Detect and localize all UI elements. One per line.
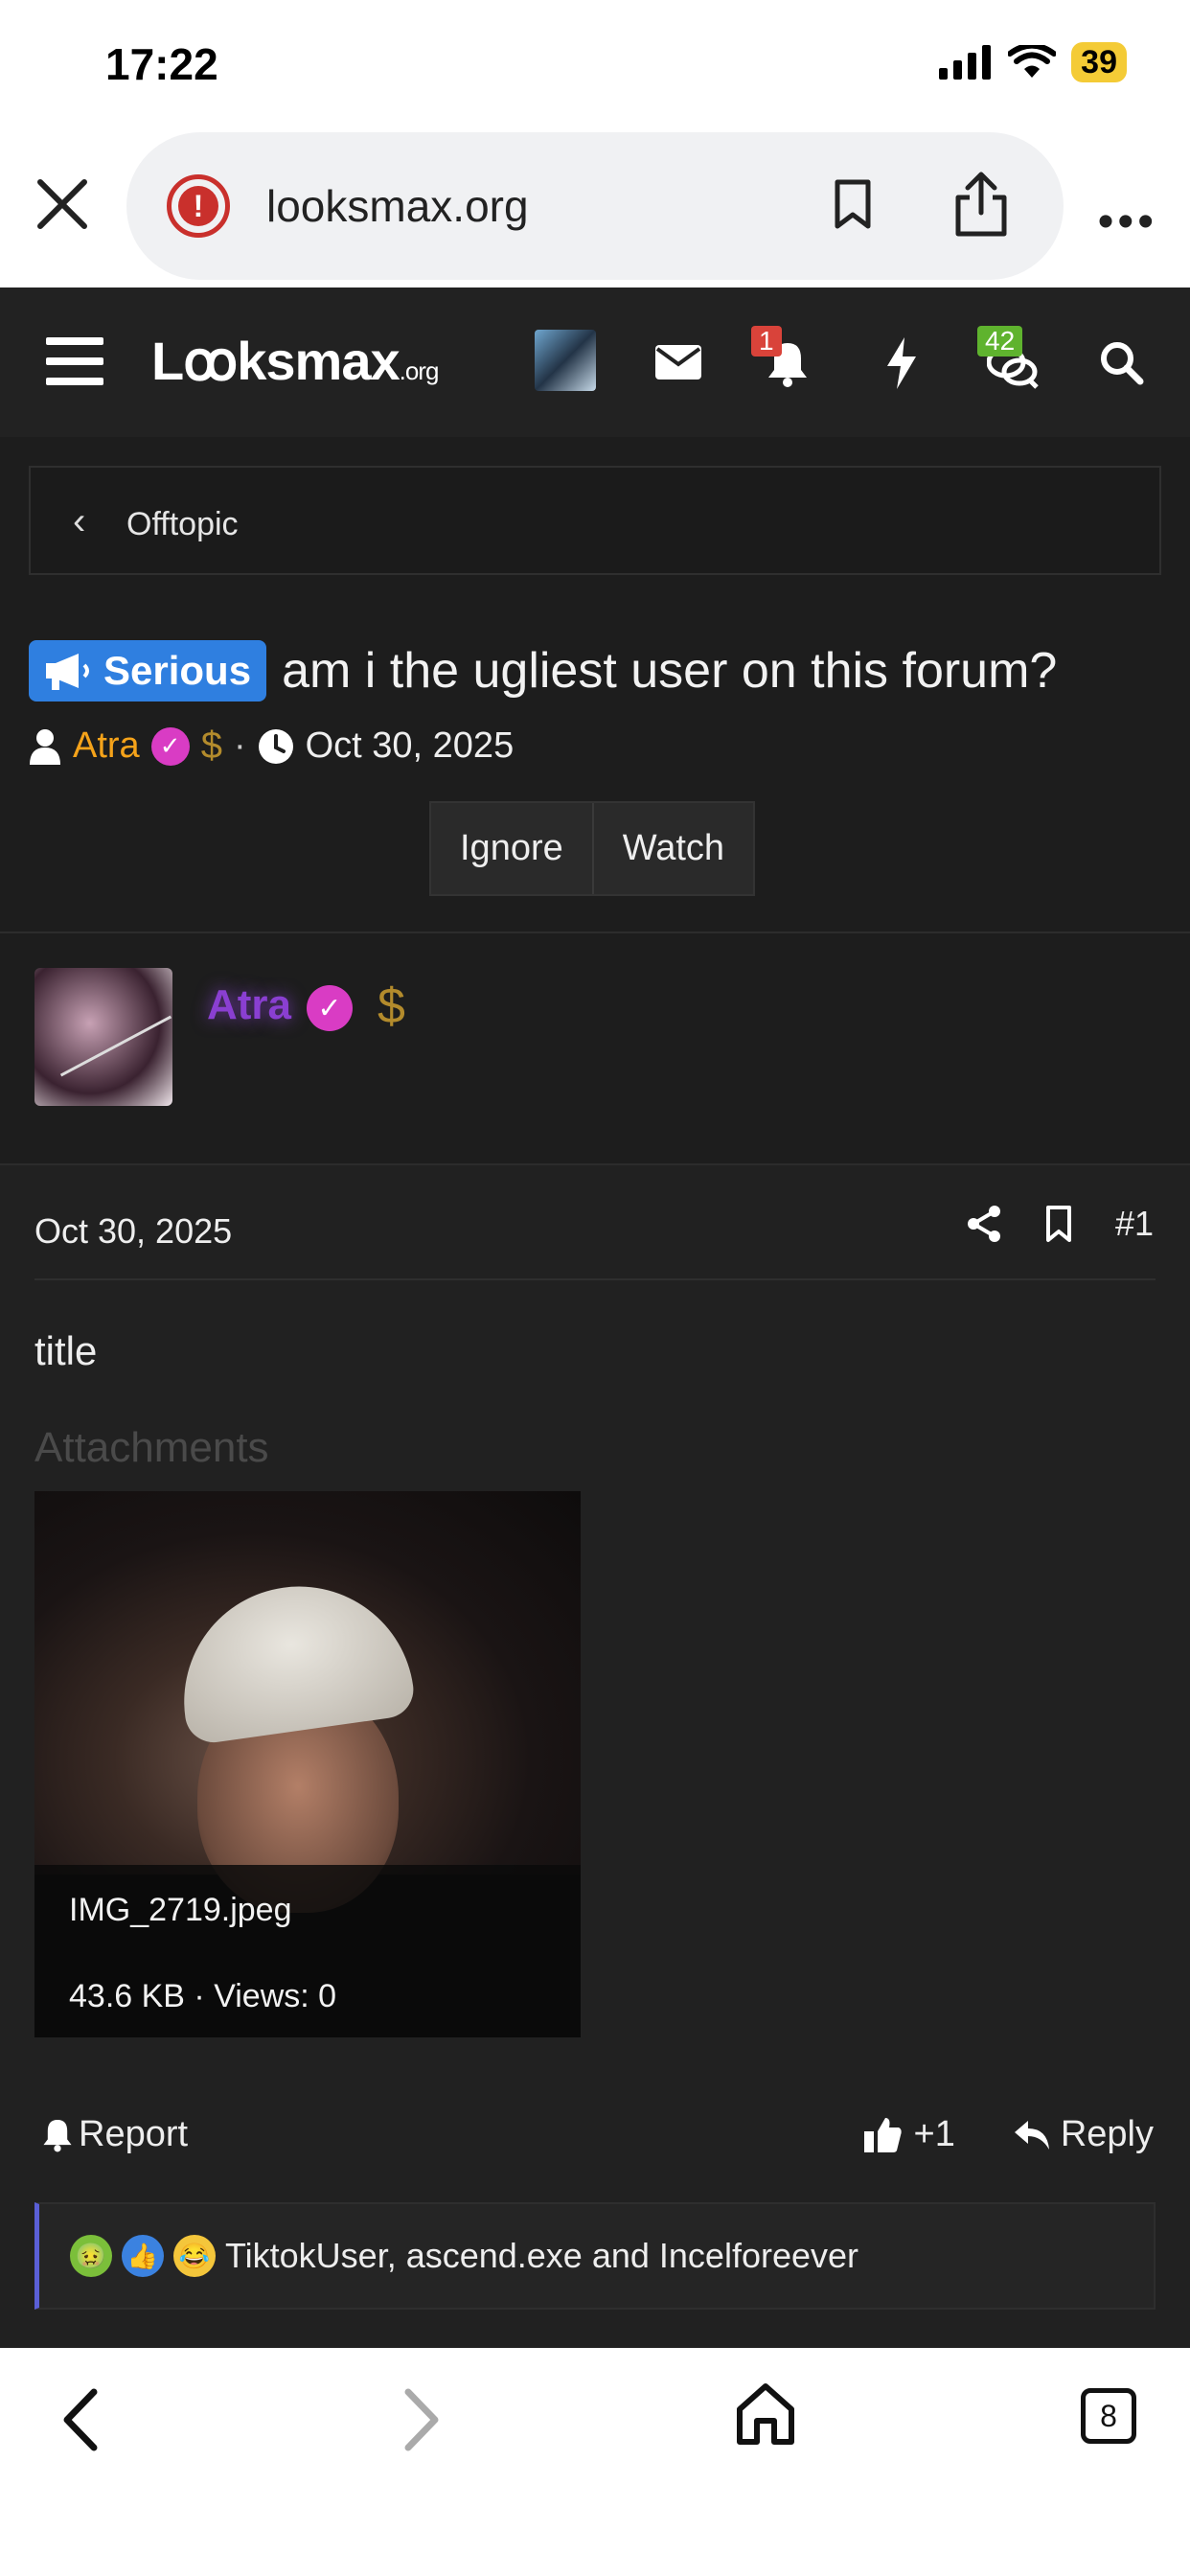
- poster-avatar[interactable]: [34, 968, 172, 1106]
- bookmark-icon[interactable]: [832, 178, 874, 232]
- megaphone-icon: [46, 654, 89, 690]
- logo-suffix: .org: [399, 356, 440, 385]
- post-actions: #1: [966, 1204, 1154, 1244]
- reply-label: Reply: [1060, 2114, 1154, 2154]
- logo-text: Lꝏksmax: [151, 331, 400, 391]
- prefix-label: Serious: [103, 648, 252, 693]
- like-reaction-icon: 👍: [122, 2235, 164, 2277]
- share-icon[interactable]: [952, 171, 1010, 238]
- browser-toolbar: ! looksmax.org: [0, 130, 1190, 288]
- laughing-face-icon: 😂: [173, 2235, 216, 2277]
- thread-prefix[interactable]: Serious: [29, 640, 267, 702]
- reply-button[interactable]: Reply: [1013, 2114, 1154, 2155]
- tabs-button[interactable]: 8: [1081, 2388, 1136, 2444]
- status-bar: 17:22 39: [0, 0, 1190, 130]
- site-header: Lꝏksmax.org 1 42: [0, 288, 1190, 437]
- status-icons: 39: [939, 42, 1127, 82]
- attachments-label: Attachments: [34, 1424, 269, 1471]
- share-icon[interactable]: [966, 1205, 1002, 1243]
- attachment-filename[interactable]: IMG_2719.jpeg: [69, 1892, 292, 1929]
- reactions-users[interactable]: TiktokUser, ascend.exe and Incelforeever: [225, 2236, 858, 2276]
- verified-icon: ✓: [307, 985, 353, 1031]
- notification-badge: 1: [751, 326, 782, 356]
- watch-button[interactable]: Watch: [591, 803, 754, 894]
- close-icon[interactable]: [33, 174, 92, 234]
- like-button[interactable]: +1: [863, 2114, 955, 2155]
- thread-author[interactable]: Atra: [73, 725, 140, 767]
- breadcrumb-label[interactable]: Offtopic: [126, 506, 239, 543]
- thread-meta: Atra ✓ $ · Oct 30, 2025: [29, 724, 514, 768]
- lightning-icon[interactable]: [885, 337, 918, 389]
- bell-icon: [43, 2119, 72, 2151]
- poster-name[interactable]: Atra: [207, 981, 291, 1029]
- site-logo[interactable]: Lꝏksmax.org: [151, 330, 440, 393]
- breadcrumb[interactable]: ‹ Offtopic: [29, 466, 1161, 575]
- photo-beanie: [169, 1572, 418, 1746]
- post-number[interactable]: #1: [1115, 1204, 1154, 1244]
- search-icon[interactable]: [1098, 339, 1144, 385]
- thread-title-row: Serious am i the ugliest user on this fo…: [29, 640, 1057, 702]
- report-button[interactable]: Report: [42, 2114, 188, 2155]
- thread-actions: Ignore Watch: [429, 801, 756, 896]
- like-count: +1: [913, 2114, 955, 2154]
- divider: [34, 1278, 1156, 1280]
- forward-arrow-icon[interactable]: [397, 2386, 445, 2453]
- post-user-block: Atra ✓ $: [0, 933, 1190, 1163]
- conversations-badge: 42: [977, 326, 1023, 356]
- security-warning-icon[interactable]: !: [167, 174, 230, 238]
- battery-indicator: 39: [1071, 42, 1127, 82]
- post-text: title: [34, 1328, 98, 1373]
- dollar-icon: $: [378, 978, 405, 1034]
- wifi-icon: [1008, 45, 1057, 78]
- cellular-signal-icon: [939, 45, 992, 80]
- ignore-button[interactable]: Ignore: [431, 803, 592, 894]
- reactions-bar[interactable]: 🤢 👍 😂 TiktokUser, ascend.exe and Incelfo…: [34, 2202, 1156, 2310]
- page-content: ‹ Offtopic Serious am i the ugliest user…: [0, 437, 1190, 2348]
- user-avatar[interactable]: [535, 330, 596, 391]
- envelope-icon[interactable]: [655, 345, 701, 380]
- thread-date[interactable]: Oct 30, 2025: [306, 725, 515, 767]
- more-options-icon[interactable]: •••: [1098, 196, 1157, 248]
- sick-face-icon: 🤢: [70, 2235, 112, 2277]
- post-date[interactable]: Oct 30, 2025: [34, 1211, 232, 1252]
- menu-icon[interactable]: [46, 335, 103, 387]
- user-icon: [30, 728, 60, 765]
- attachment-image[interactable]: [34, 1491, 581, 1913]
- post-body: Oct 30, 2025 #1 title Attachments IMG_27…: [0, 1163, 1190, 2348]
- status-time: 17:22: [105, 39, 218, 89]
- back-arrow-icon[interactable]: [57, 2386, 105, 2453]
- verified-icon: ✓: [150, 726, 190, 766]
- attachment-thumbnail[interactable]: IMG_2719.jpeg 43.6 KB · Views: 0: [34, 1491, 581, 2037]
- bookmark-icon[interactable]: [1044, 1205, 1073, 1243]
- thread-title: am i the ugliest user on this forum?: [282, 643, 1058, 699]
- post-footer-actions: +1 Reply: [863, 2114, 1154, 2155]
- reply-icon: [1014, 2120, 1049, 2150]
- post-footer: Report +1 Reply: [42, 2114, 1154, 2155]
- thumbs-up-icon: [863, 2117, 902, 2152]
- clock-icon: [258, 728, 293, 764]
- report-label: Report: [79, 2114, 189, 2154]
- home-icon[interactable]: [736, 2382, 795, 2446]
- attachment-meta: 43.6 KB · Views: 0: [69, 1978, 337, 2014]
- address-bar[interactable]: ! looksmax.org: [126, 132, 1064, 280]
- attachment-caption: IMG_2719.jpeg 43.6 KB · Views: 0: [34, 1865, 581, 2037]
- meta-separator: ·: [233, 725, 246, 766]
- dollar-icon: $: [200, 724, 222, 767]
- url-text[interactable]: looksmax.org: [266, 180, 529, 232]
- browser-bottom-nav: 8: [0, 2348, 1190, 2576]
- chevron-left-icon: ‹: [73, 500, 86, 542]
